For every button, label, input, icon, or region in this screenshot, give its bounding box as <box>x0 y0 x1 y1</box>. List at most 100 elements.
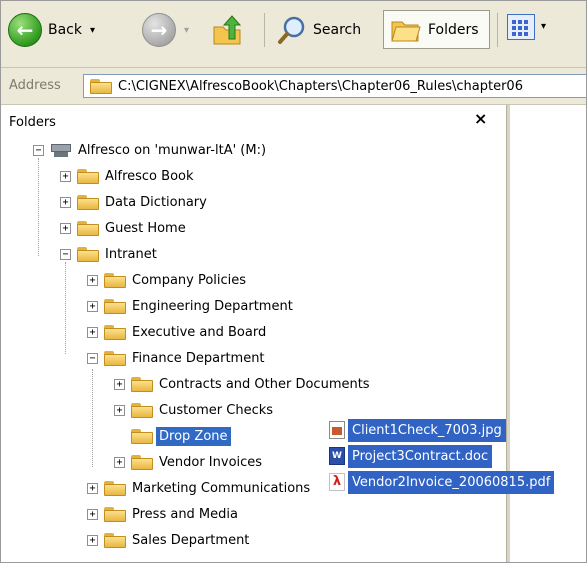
tree-guide-line <box>92 369 93 467</box>
expand-icon[interactable]: + <box>60 196 71 208</box>
expand-icon[interactable]: + <box>87 326 98 338</box>
tree-guide-line <box>65 262 66 354</box>
folder-icon <box>104 298 126 314</box>
tree-item-alfresco-book[interactable]: + Alfresco Book <box>60 164 194 188</box>
folder-icon <box>131 454 153 470</box>
collapse-icon[interactable]: − <box>33 144 44 156</box>
back-label: Back <box>48 22 82 38</box>
forward-arrow-icon: → <box>142 13 176 47</box>
forward-history-dropdown[interactable]: ▾ <box>184 25 189 36</box>
tree-item-root-drive[interactable]: − Alfresco on 'munwar-ltA' (M:) <box>33 138 266 162</box>
tree-item-label: Contracts and Other Documents <box>159 376 370 392</box>
tree-item-label: Customer Checks <box>159 402 274 418</box>
pdf-file-icon: λ <box>329 473 345 491</box>
folders-label: Folders <box>428 21 479 38</box>
toolbar: ← Back ▾ → ▾ Search Folders ▾ <box>1 1 586 68</box>
tree-item-engineering-department[interactable]: + Engineering Department <box>87 294 293 318</box>
folder-icon <box>104 532 126 548</box>
dragged-file-item[interactable]: λ Vendor2Invoice_20060815.pdf <box>329 469 555 495</box>
back-history-dropdown[interactable]: ▾ <box>90 25 95 36</box>
collapse-icon[interactable]: − <box>60 248 71 260</box>
folder-icon <box>131 376 153 392</box>
collapse-icon[interactable]: − <box>87 352 98 364</box>
jpg-file-icon <box>329 421 345 439</box>
dragged-file-name: Client1Check_7003.jpg <box>348 418 506 442</box>
folder-icon <box>90 78 112 94</box>
toolbar-separator <box>264 13 265 47</box>
address-label: Address <box>9 78 61 93</box>
explorer-window: ← Back ▾ → ▾ Search Folders ▾ Address C:… <box>0 0 587 563</box>
expand-icon[interactable]: + <box>87 300 98 312</box>
tree-guide-line <box>38 158 39 256</box>
expand-icon[interactable]: + <box>87 482 98 494</box>
dragged-file-item[interactable]: W Project3Contract.doc <box>329 443 493 469</box>
tree-item-label: Alfresco on 'munwar-ltA' (M:) <box>78 142 267 158</box>
expand-icon[interactable]: + <box>87 534 98 546</box>
tree-item-label: Company Policies <box>132 272 247 288</box>
tree-item-marketing-communications[interactable]: + Marketing Communications <box>87 476 310 500</box>
expand-icon[interactable]: + <box>87 508 98 520</box>
close-icon[interactable]: × <box>474 109 487 128</box>
tree-item-finance-department[interactable]: − Finance Department <box>87 346 265 370</box>
tree-item-label: Finance Department <box>132 350 265 366</box>
tree-item-guest-home[interactable]: + Guest Home <box>60 216 186 240</box>
search-icon <box>278 16 305 44</box>
word-doc-icon: W <box>329 447 345 465</box>
tree-item-label: Guest Home <box>105 220 186 236</box>
tree-item-press-and-media[interactable]: + Press and Media <box>87 502 238 526</box>
address-bar: Address C:\CIGNEX\AlfrescoBook\Chapters\… <box>1 68 586 105</box>
tree-item-data-dictionary[interactable]: + Data Dictionary <box>60 190 207 214</box>
tree-item-label: Alfresco Book <box>105 168 194 184</box>
tree-item-company-policies[interactable]: + Company Policies <box>87 268 246 292</box>
tree-item-label-selected: Drop Zone <box>156 426 231 446</box>
folder-icon <box>77 168 99 184</box>
tree-item-contracts-and-other-documents[interactable]: + Contracts and Other Documents <box>114 372 370 396</box>
folders-pane-title: Folders <box>9 115 56 130</box>
tree-item-label: Press and Media <box>132 506 238 522</box>
folder-icon <box>104 324 126 340</box>
forward-button[interactable]: → ▾ <box>142 10 189 50</box>
folder-icon <box>104 506 126 522</box>
folders-button[interactable]: Folders <box>383 10 490 49</box>
tree-item-executive-and-board[interactable]: + Executive and Board <box>87 320 266 344</box>
back-arrow-icon: ← <box>8 13 42 47</box>
folder-icon <box>104 480 126 496</box>
expand-icon[interactable]: + <box>114 456 125 468</box>
network-drive-icon <box>50 142 72 158</box>
folder-icon <box>104 350 126 366</box>
tree-item-intranet[interactable]: − Intranet <box>60 242 157 266</box>
views-dropdown[interactable]: ▾ <box>541 21 546 32</box>
up-folder-icon <box>213 15 242 45</box>
dragged-file-item[interactable]: Client1Check_7003.jpg <box>329 417 506 443</box>
dragged-file-name: Project3Contract.doc <box>348 444 493 468</box>
back-button[interactable]: ← Back ▾ <box>8 10 95 50</box>
dragged-file-name: Vendor2Invoice_20060815.pdf <box>348 470 555 494</box>
expand-icon[interactable]: + <box>60 170 71 182</box>
folder-icon <box>104 272 126 288</box>
address-path: C:\CIGNEX\AlfrescoBook\Chapters\Chapter0… <box>118 78 523 94</box>
expand-icon[interactable]: + <box>114 404 125 416</box>
up-folder-button[interactable] <box>211 10 243 50</box>
tree-item-customer-checks[interactable]: + Customer Checks <box>114 398 273 422</box>
tree-item-label: Vendor Invoices <box>159 454 263 470</box>
folder-icon <box>77 246 99 262</box>
folder-icon <box>77 194 99 210</box>
expand-icon[interactable]: + <box>87 274 98 286</box>
folders-pane-header: Folders × <box>1 105 506 138</box>
views-button[interactable] <box>507 14 535 40</box>
tree-item-drop-zone[interactable]: Drop Zone <box>114 424 231 448</box>
tree-item-label: Executive and Board <box>132 324 267 340</box>
expand-icon[interactable]: + <box>60 222 71 234</box>
tree-item-label: Engineering Department <box>132 298 293 314</box>
address-field[interactable]: C:\CIGNEX\AlfrescoBook\Chapters\Chapter0… <box>83 74 586 98</box>
search-button[interactable]: Search <box>277 10 361 50</box>
tree-item-vendor-invoices[interactable]: + Vendor Invoices <box>114 450 262 474</box>
expand-icon[interactable]: + <box>114 378 125 390</box>
folders-icon <box>391 21 421 41</box>
tree-item-label: Data Dictionary <box>105 194 207 210</box>
folder-icon <box>131 402 153 418</box>
tree-item-label: Intranet <box>105 246 157 262</box>
folder-icon <box>131 428 153 444</box>
tree-item-sales-department[interactable]: + Sales Department <box>87 528 249 552</box>
